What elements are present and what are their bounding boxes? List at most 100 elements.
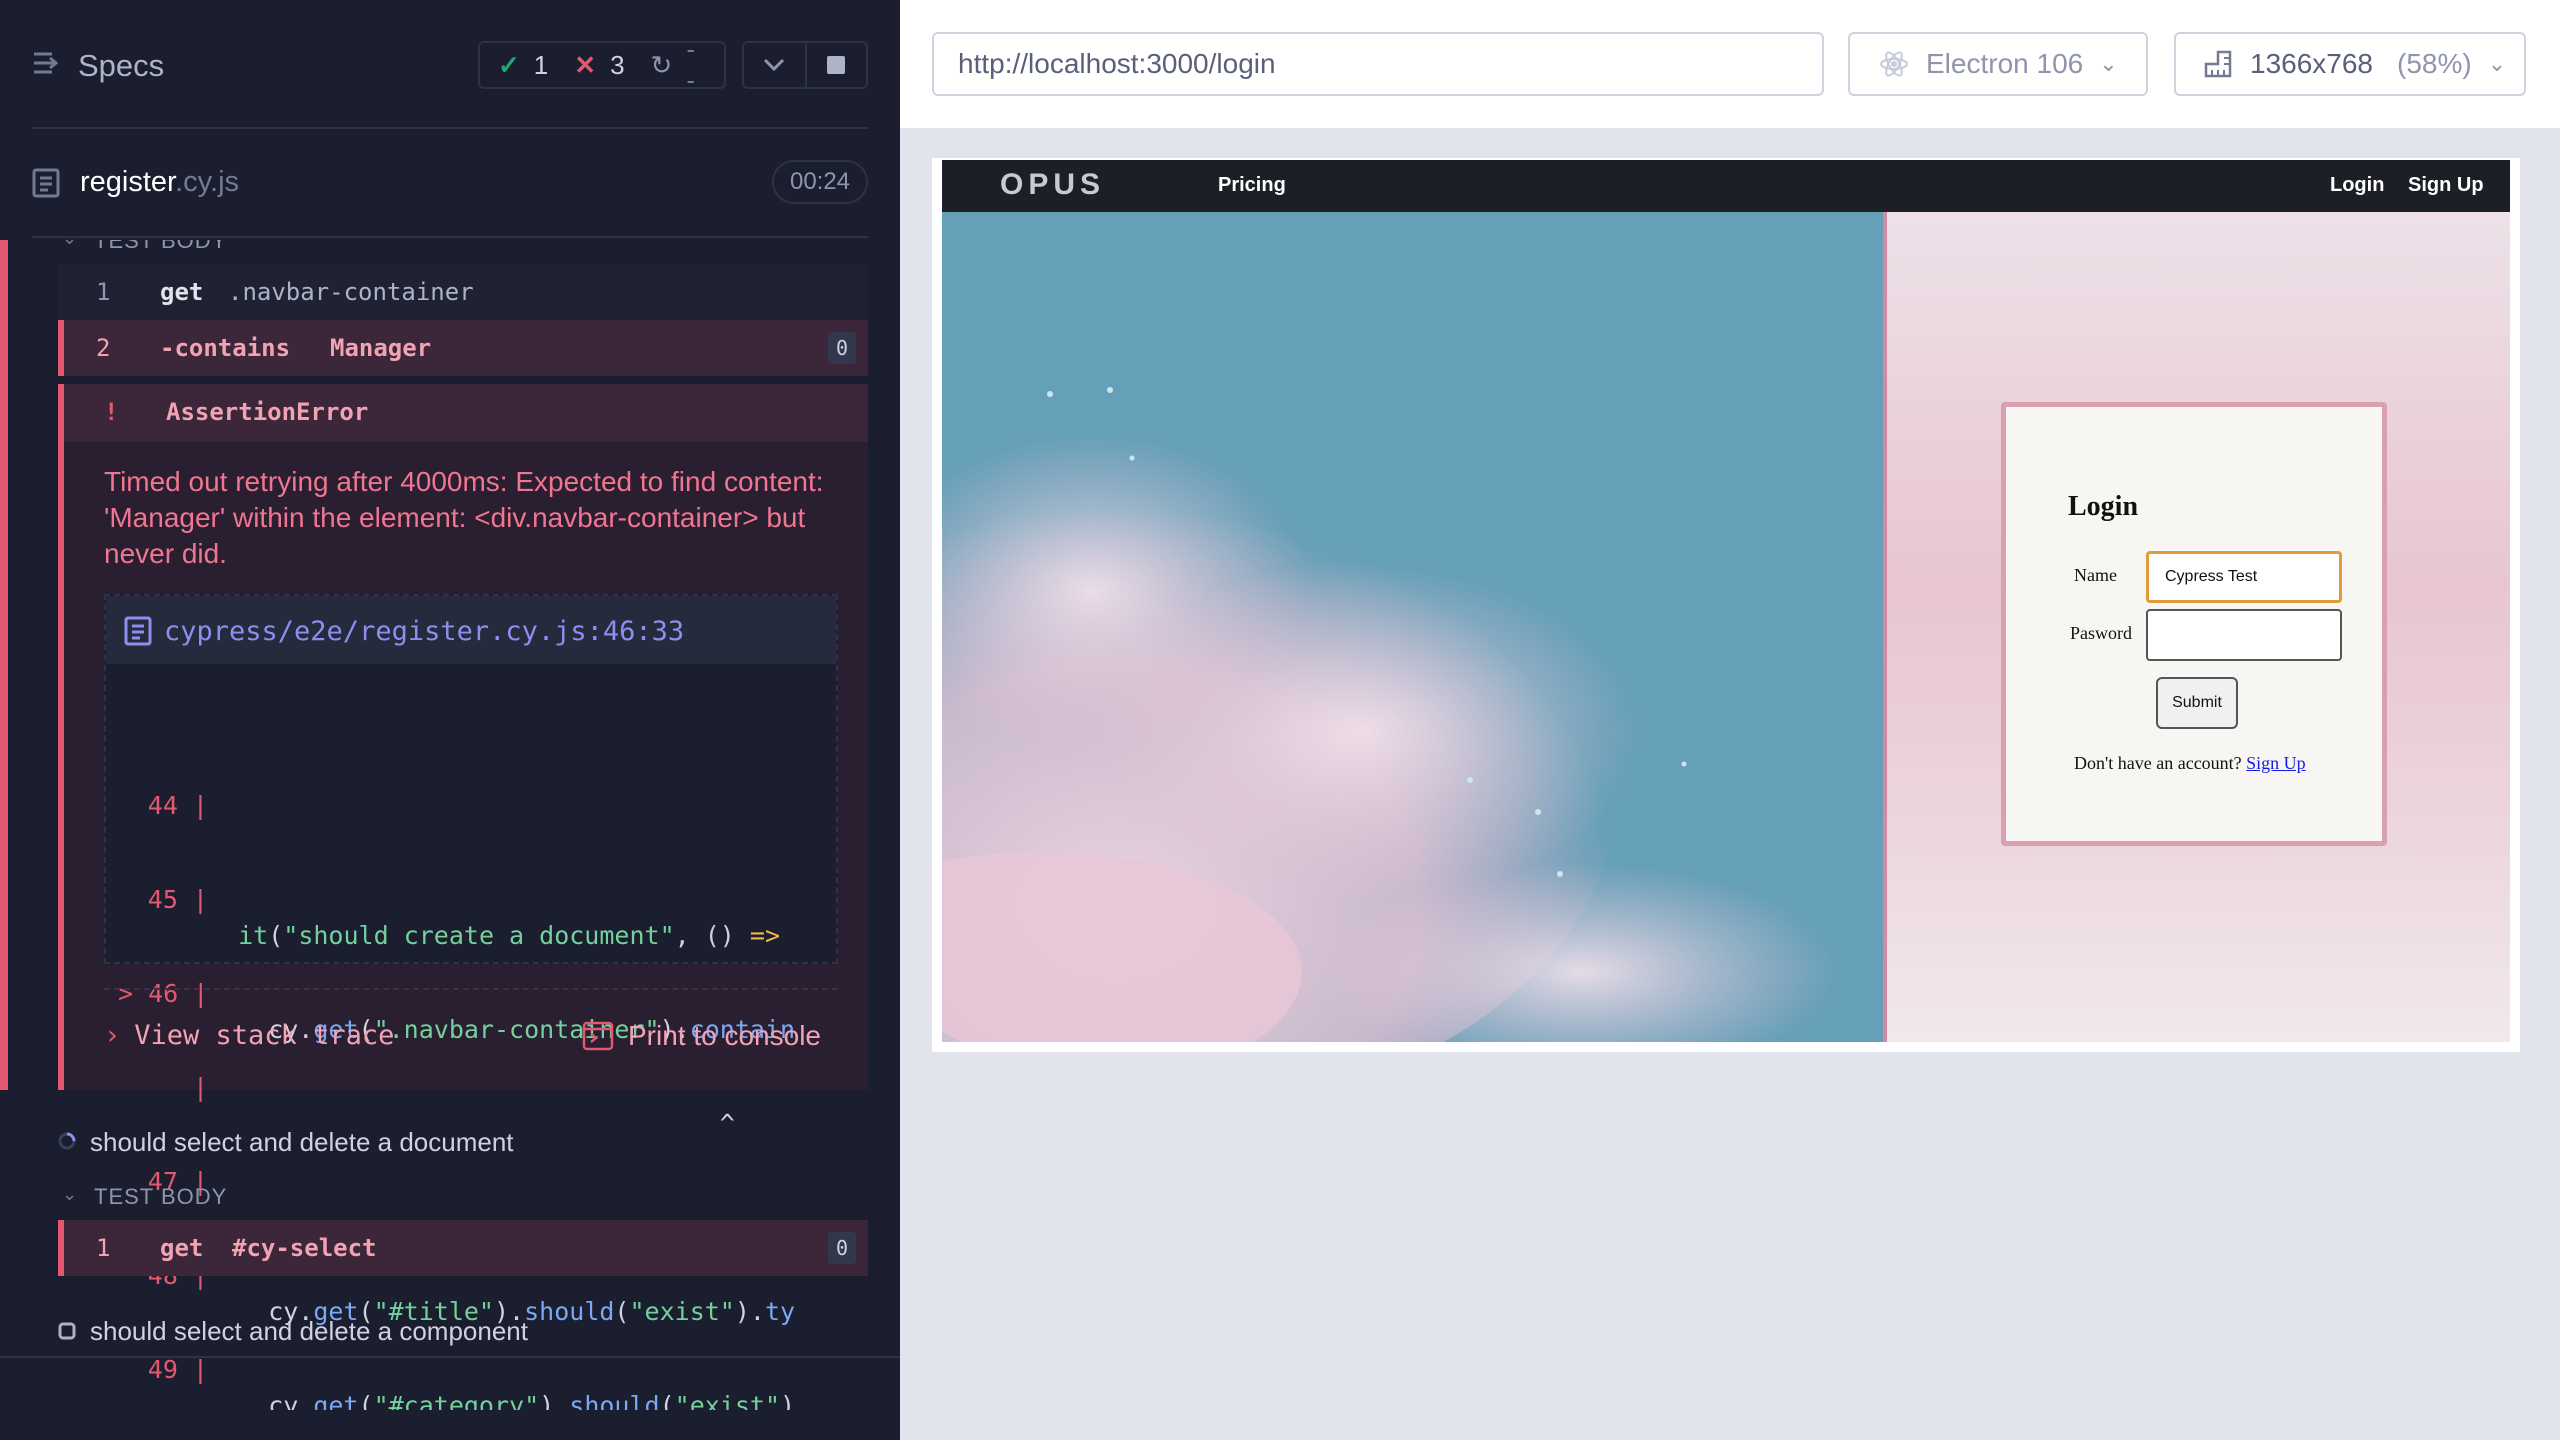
view-stack-trace-button[interactable]: › View stack trace: [104, 1020, 394, 1051]
login-heading: Login: [2068, 491, 2139, 522]
name-input[interactable]: Cypress Test: [2146, 551, 2342, 603]
passed-count: 1: [533, 49, 549, 80]
terminal-icon: [582, 1021, 614, 1051]
url-bar[interactable]: http://localhost:3000/login: [932, 32, 1824, 96]
test-body-label[interactable]: TEST BODY: [94, 1184, 227, 1210]
divider: [32, 236, 868, 238]
code-frame: cypress/e2e/register.cy.js:46:33 44 | 45…: [104, 594, 838, 1410]
app-logo[interactable]: OPUS: [1000, 168, 1105, 202]
viewport-info[interactable]: 1366x768 (58%) ⌄: [2174, 32, 2526, 96]
chevron-down-icon: ⌄: [2487, 51, 2507, 76]
stop-icon: [827, 56, 846, 74]
chevron-down-icon[interactable]: ⌄: [62, 1184, 77, 1205]
spec-file-name[interactable]: register.cy.js: [80, 166, 239, 199]
queued-icon: [58, 1322, 76, 1340]
nav-login-link[interactable]: Login: [2330, 174, 2384, 197]
error-title: AssertionError: [166, 398, 369, 426]
code-line: 44 |: [106, 752, 836, 820]
specs-title[interactable]: Specs: [78, 48, 164, 84]
line-number: 45 |: [147, 885, 208, 914]
ruler-icon: [2204, 50, 2232, 78]
test-title[interactable]: should select and delete a component: [90, 1316, 528, 1347]
login-card: Login Name Cypress Test Pasword Submit D…: [2001, 402, 2387, 846]
login-section: Login Name Cypress Test Pasword Submit D…: [1883, 212, 2510, 1042]
command-arg: .navbar-container: [228, 278, 474, 306]
chevron-down-icon[interactable]: ⌄: [62, 228, 77, 249]
error-icon: !: [104, 398, 119, 426]
element-count-badge: 0: [828, 332, 856, 364]
name-label: Name: [2074, 565, 2117, 585]
command-number: 1: [96, 278, 111, 306]
command-number: 2: [96, 334, 111, 362]
line-code: cy.get("#category").should("exist"): [208, 1391, 796, 1410]
failed-count: 3: [610, 49, 625, 80]
command-name: get: [160, 278, 204, 306]
command-number: 1: [96, 1234, 111, 1262]
aut-header: http://localhost:3000/login Electron 106…: [900, 0, 2560, 128]
divider: [0, 1356, 900, 1358]
browser-selector[interactable]: Electron 106 ⌄: [1848, 32, 2148, 96]
failed-test-indicator: [0, 240, 8, 1090]
chevron-down-icon: [764, 58, 785, 72]
x-icon: ✕: [574, 49, 597, 80]
code-line-highlighted: > 46 | cy.get(".navbar-container").conta…: [106, 940, 836, 1044]
print-to-console-label: Print to console: [628, 1020, 821, 1051]
pending-count: --: [686, 34, 695, 95]
code-file-path[interactable]: cypress/e2e/register.cy.js:46:33: [164, 616, 684, 647]
test-body-label[interactable]: TEST BODY: [94, 240, 227, 254]
command-name: -contains: [160, 334, 291, 362]
electron-icon: [1880, 51, 1908, 77]
document-icon: [124, 616, 152, 646]
hero-image: [942, 212, 1883, 1042]
spec-name-base: register: [80, 166, 176, 198]
code-lines: 44 | 45 | it("should create a document",…: [106, 694, 836, 1410]
signup-prompt-text: Don't have an account?: [2074, 753, 2242, 773]
stop-button[interactable]: [804, 43, 866, 87]
password-label: Pasword: [2070, 623, 2132, 643]
running-spinner-icon: [58, 1132, 76, 1150]
run-controls: [742, 41, 868, 89]
pending-icon: ↻: [650, 49, 673, 80]
nav-pricing-link[interactable]: Pricing: [1218, 174, 1286, 197]
error-header: ! AssertionError: [64, 384, 868, 442]
submit-button[interactable]: Submit: [2156, 677, 2238, 729]
browser-name: Electron 106: [1926, 48, 2084, 79]
check-icon: ✓: [498, 49, 520, 80]
command-arg: Manager: [330, 334, 432, 362]
chevron-down-icon: ⌄: [2099, 51, 2118, 76]
stats-summary: ✓ 1 ✕ 3 ↻ --: [478, 34, 726, 95]
app-navbar: OPUS Pricing Login Sign Up: [942, 160, 2510, 212]
reporter-panel: Specs ✓ 1 ✕ 3 ↻ -- register.cy.js 00:24 …: [0, 0, 900, 1440]
divider: [32, 127, 868, 129]
pending-stat: ↻ --: [651, 34, 698, 96]
command-row-failed[interactable]: 2 -contains Manager 0: [58, 320, 868, 376]
passed-stat: ✓ 1: [498, 50, 548, 81]
spec-name-ext: .cy.js: [175, 166, 240, 198]
app-under-test-frame: OPUS Pricing Login Sign Up Login Name Cy…: [932, 158, 2520, 1052]
error-panel: ! AssertionError Timed out retrying afte…: [58, 384, 868, 1410]
nav-signup-link[interactable]: Sign Up: [2408, 174, 2484, 197]
error-message: Timed out retrying after 4000ms: Expecte…: [104, 466, 824, 569]
specs-list-toggle-icon[interactable]: [32, 48, 62, 78]
line-number: > 46 |: [118, 979, 209, 1008]
code-frame-header[interactable]: cypress/e2e/register.cy.js:46:33: [106, 596, 836, 664]
failed-stat: ✕ 3: [574, 50, 624, 81]
command-row[interactable]: 1 get .navbar-container: [58, 264, 868, 320]
document-icon: [32, 168, 60, 198]
line-number: 44 |: [147, 791, 208, 820]
chevron-right-icon: ›: [104, 1020, 121, 1051]
print-to-console-button[interactable]: Print to console: [582, 1020, 821, 1052]
viewport-size: 1366x768: [2250, 48, 2374, 79]
line-number: |: [192, 1073, 208, 1102]
divider: [104, 988, 838, 990]
command-row-pending[interactable]: 1 get #cy-select 0: [58, 1220, 868, 1276]
test-title[interactable]: should select and delete a document: [90, 1127, 514, 1158]
element-count-badge: 0: [828, 1232, 856, 1264]
password-input[interactable]: [2146, 609, 2342, 661]
collapse-all-button[interactable]: [744, 43, 805, 87]
signup-link[interactable]: Sign Up: [2246, 753, 2306, 773]
spec-duration: 00:24: [772, 160, 868, 204]
command-arg: #cy-select: [232, 1234, 377, 1262]
signup-prompt: Don't have an account? Sign Up: [2074, 753, 2306, 774]
view-stack-trace-label: View stack trace: [134, 1020, 395, 1051]
